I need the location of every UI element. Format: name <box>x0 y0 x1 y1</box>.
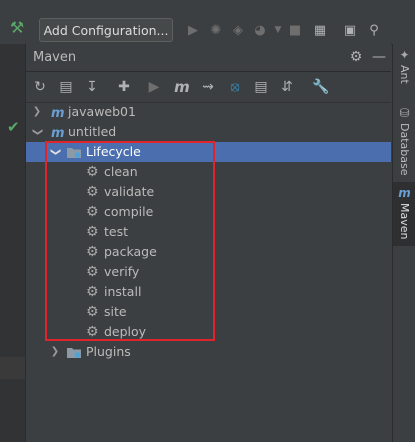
stop-icon[interactable]: ■ <box>286 21 304 39</box>
toggle-offline-icon[interactable]: ⇝ <box>198 77 218 97</box>
gear-icon: ⚙ <box>86 244 99 260</box>
profile-icon[interactable]: ◕ <box>251 21 269 39</box>
tab-label: Database <box>398 123 411 176</box>
main-toolbar: ⚒ Add Configuration... ▶ ✺ ◈ ◕ ▼ ■ ▦ ▣ ⚲ <box>0 0 415 45</box>
tree-row-goal[interactable]: ⚙ test <box>26 222 391 242</box>
tree-row-plugins[interactable]: ❯ Plugins <box>26 342 391 362</box>
terminal-icon[interactable]: ▣ <box>341 21 359 39</box>
tree-row-goal[interactable]: ⚙ package <box>26 242 391 262</box>
hammer-icon[interactable]: ⚒ <box>8 18 26 37</box>
gutter-band <box>0 357 25 379</box>
goal-label: verify <box>104 264 140 279</box>
project-label: javaweb01 <box>68 104 136 119</box>
ant-icon: ✦ <box>399 48 410 62</box>
left-gutter: ✔ <box>0 44 26 442</box>
search-icon[interactable]: ⚲ <box>365 21 383 39</box>
reload-icon[interactable]: ↻ <box>30 77 50 97</box>
gear-icon: ⚙ <box>86 164 99 180</box>
database-icon: ⛁ <box>399 106 410 120</box>
add-folder-icon[interactable]: ▤ <box>56 77 76 97</box>
goal-label: test <box>104 224 129 239</box>
plugins-label: Plugins <box>86 344 131 359</box>
tree-row-goal[interactable]: ⚙ clean <box>26 162 391 182</box>
tab-ant[interactable]: ✦ Ant <box>393 44 415 88</box>
maven-m-icon[interactable]: m <box>172 77 192 97</box>
skip-tests-icon[interactable]: ⦻ <box>225 77 245 97</box>
gear-icon: ⚙ <box>86 264 99 280</box>
collapse-arrow-icon[interactable]: ❯ <box>45 147 65 157</box>
goal-label: package <box>104 244 157 259</box>
maven-toolbar: ↻ ▤ ↧ ✚ ▶ m ⇝ ⦻ ▤ ⇵ 🔧 <box>26 72 391 103</box>
goal-label: clean <box>104 164 138 179</box>
goal-label: site <box>104 304 127 319</box>
tab-label: Ant <box>398 65 411 84</box>
tree-row-untitled[interactable]: ❯ m untitled <box>26 122 391 142</box>
gear-icon: ⚙ <box>86 284 99 300</box>
maven-project-icon: m <box>50 105 66 121</box>
goal-label: deploy <box>104 324 147 339</box>
gear-icon: ⚙ <box>86 324 99 340</box>
gear-icon: ⚙ <box>86 224 99 240</box>
maven-icon: m <box>398 186 411 200</box>
goal-label: compile <box>104 204 154 219</box>
gear-icon: ⚙ <box>86 204 99 220</box>
maven-panel: Maven ⚙ — ↻ ▤ ↧ ✚ ▶ m ⇝ ⦻ ▤ ⇵ 🔧 ❯ m java… <box>26 44 391 442</box>
tab-label: Maven <box>398 203 411 240</box>
gear-icon[interactable]: ⚙ <box>346 47 366 67</box>
right-tool-bar: ✦ Ant ⛁ Database m Maven <box>392 44 415 442</box>
add-configuration-button[interactable]: Add Configuration... <box>39 18 173 42</box>
project-label: untitled <box>68 124 117 139</box>
tree-row-lifecycle[interactable]: ❯ Lifecycle <box>26 142 391 162</box>
tab-database[interactable]: ⛁ Database <box>393 102 415 180</box>
collapse-arrow-icon[interactable]: ❯ <box>27 127 47 137</box>
dropdown-icon[interactable]: ▼ <box>269 21 287 39</box>
tree-row-goal[interactable]: ⚙ verify <box>26 262 391 282</box>
project-structure-icon[interactable]: ▦ <box>311 21 329 39</box>
lifecycle-folder-icon <box>66 145 82 159</box>
panel-title: Maven <box>33 50 77 65</box>
coverage-icon[interactable]: ◈ <box>229 21 247 39</box>
plus-icon[interactable]: ✚ <box>114 77 134 97</box>
panel-header: Maven ⚙ — <box>26 44 391 72</box>
tree-row-goal[interactable]: ⚙ compile <box>26 202 391 222</box>
expand-arrow-icon[interactable]: ❯ <box>50 342 60 362</box>
show-dependencies-icon[interactable]: ▤ <box>251 77 271 97</box>
settings-wrench-icon[interactable]: 🔧 <box>311 77 331 97</box>
lifecycle-label: Lifecycle <box>86 144 141 159</box>
check-icon: ✔ <box>7 118 20 136</box>
gear-icon: ⚙ <box>86 184 99 200</box>
tree-row-goal[interactable]: ⚙ site <box>26 302 391 322</box>
tree-row-goal[interactable]: ⚙ deploy <box>26 322 391 342</box>
tab-maven[interactable]: m Maven <box>393 182 415 246</box>
goal-label: install <box>104 284 142 299</box>
plugins-folder-icon <box>66 345 82 359</box>
goal-label: validate <box>104 184 155 199</box>
minimize-icon[interactable]: — <box>369 47 389 67</box>
expand-arrow-icon[interactable]: ❯ <box>32 102 42 122</box>
svg-text:m: m <box>51 106 65 119</box>
tree-row-goal[interactable]: ⚙ validate <box>26 182 391 202</box>
debug-icon[interactable]: ✺ <box>207 21 225 39</box>
run-icon[interactable]: ▶ <box>184 21 202 39</box>
collapse-icon[interactable]: ⇵ <box>277 77 297 97</box>
tree-row-javaweb01[interactable]: ❯ m javaweb01 <box>26 102 391 122</box>
svg-text:m: m <box>51 126 65 139</box>
tree-row-goal[interactable]: ⚙ install <box>26 282 391 302</box>
maven-project-icon: m <box>50 125 66 141</box>
download-icon[interactable]: ↧ <box>82 77 102 97</box>
gear-icon: ⚙ <box>86 304 99 320</box>
run-icon[interactable]: ▶ <box>144 77 164 97</box>
